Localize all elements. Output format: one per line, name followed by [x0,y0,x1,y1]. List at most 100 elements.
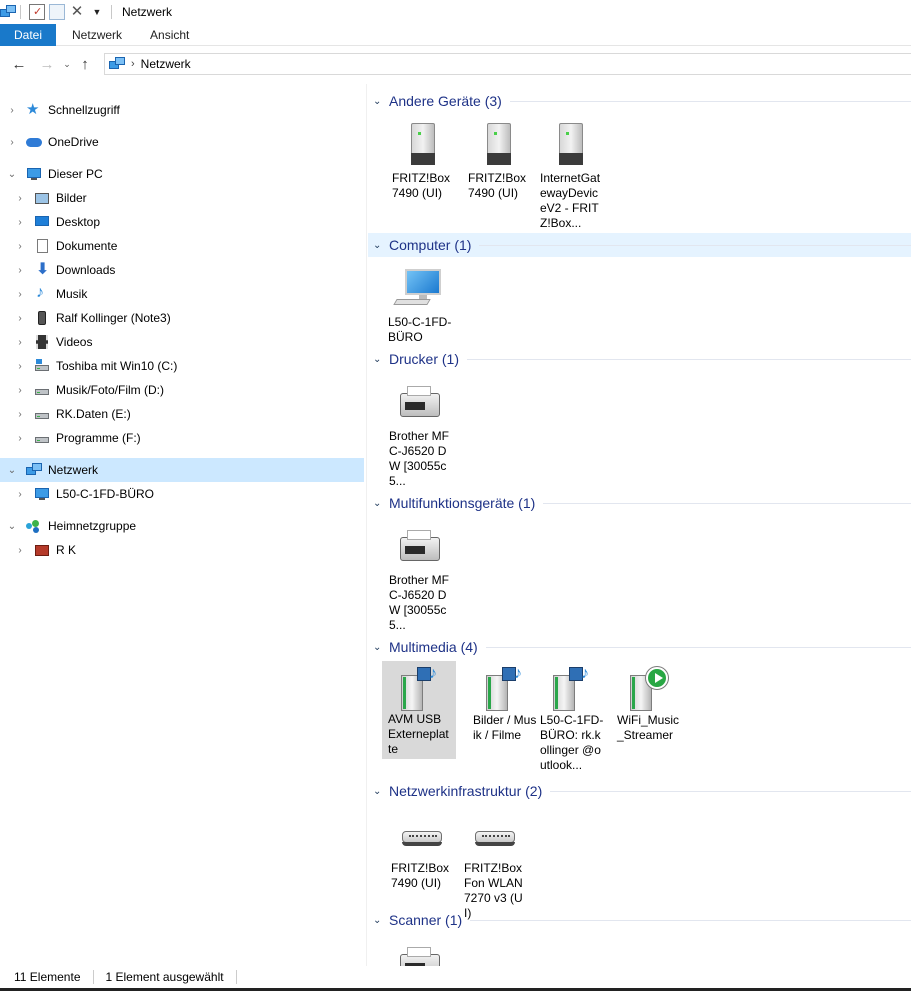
documents-icon [34,238,50,254]
chevron-right-icon[interactable]: › [14,489,26,500]
media-tile[interactable]: ♪ AVM USB Externeplatte [382,661,456,759]
nav-item-drive-d[interactable]: › Musik/Foto/Film (D:) [0,378,364,402]
content-pane: ⌄ Andere Geräte (3) FRITZ!Box 7490 (UI) … [368,84,911,966]
new-folder-icon[interactable] [49,4,65,20]
chevron-right-icon[interactable]: › [14,361,26,372]
chevron-down-icon[interactable]: ⌄ [6,169,18,180]
recent-locations-button[interactable]: ⌄ [60,53,74,75]
drive-icon [34,406,50,422]
chevron-right-icon[interactable]: › [6,137,18,148]
chevron-down-icon[interactable]: ⌄ [6,521,18,532]
chevron-down-icon[interactable]: ⌄ [373,786,387,797]
nav-item-desktop[interactable]: › Desktop [0,210,364,234]
device-tile[interactable]: InternetGatewayDeviceV2 - FRITZ!Box... [534,119,608,233]
nav-label: Ralf Kollinger (Note3) [56,311,171,325]
computer-icon [26,166,42,182]
group-header[interactable]: ⌄ Computer (1) [368,233,911,257]
chevron-right-icon[interactable]: › [14,241,26,252]
nav-item-pictures[interactable]: › Bilder [0,186,364,210]
nav-label: Bilder [56,191,87,205]
nav-item-homegroup[interactable]: ⌄ Heimnetzgruppe [0,514,364,538]
chevron-right-icon[interactable]: › [14,385,26,396]
group-title: Netzwerkinfrastruktur (2) [389,783,543,799]
network-icon [26,462,42,478]
router-tile[interactable]: FRITZ!Box 7490 (UI) [385,809,459,893]
tile-label: FRITZ!Box 7490 (UI) [468,171,527,200]
device-tile[interactable]: FRITZ!Box 7490 (UI) [386,119,460,203]
media-tile[interactable]: ♪ Bilder / Musik / Filme [467,661,541,745]
customize-qat-icon[interactable]: ▼ [89,4,105,20]
group-title: Drucker (1) [389,351,460,367]
tab-file[interactable]: Datei [0,24,57,46]
up-button[interactable]: ↑ [74,53,96,75]
chevron-right-icon[interactable]: › [14,433,26,444]
printer-tile[interactable]: Brother MFC-J6520 DW [30055c5... [383,521,457,635]
nav-item-this-pc[interactable]: ⌄ Dieser PC [0,162,364,186]
nav-item-network[interactable]: ⌄ Netzwerk [0,458,364,482]
media-server-icon: ♪ [547,665,595,713]
media-tile[interactable]: ♪ L50-C-1FD-BÜRO: rk.kollinger @outlook.… [534,661,608,775]
chevron-right-icon[interactable]: › [14,289,26,300]
star-icon: ★ [26,101,40,118]
breadcrumb-network[interactable]: Netzwerk [141,57,191,71]
computer-tile[interactable]: L50-C-1FD-BÜRO [382,263,456,347]
nav-label: Musik/Foto/Film (D:) [56,383,164,397]
group-header[interactable]: ⌄ Multifunktionsgeräte (1) [368,491,911,515]
chevron-down-icon[interactable]: ⌄ [373,240,387,251]
chevron-right-icon[interactable]: › [14,217,26,228]
nav-item-onedrive[interactable]: › OneDrive [0,130,364,154]
nav-item-drive-c[interactable]: › Toshiba mit Win10 (C:) [0,354,364,378]
chevron-right-icon[interactable]: › [14,313,26,324]
nav-item-music[interactable]: › ♪ Musik [0,282,364,306]
router-tile[interactable]: FRITZ!Box Fon WLAN 7270 v3 (UI) [458,809,532,923]
drive-icon [34,382,50,398]
tile-label: FRITZ!Box 7490 (UI) [391,861,450,890]
tile-label: L50-C-1FD-BÜRO: rk.kollinger @outlook... [540,713,604,772]
scanner-tile[interactable] [383,938,457,966]
chevron-right-icon[interactable]: › [14,409,26,420]
pane-divider[interactable] [366,84,367,966]
group-header[interactable]: ⌄ Multimedia (4) [368,635,911,659]
nav-label: Dieser PC [48,167,103,181]
group-header[interactable]: ⌄ Drucker (1) [368,347,911,371]
nav-item-drive-e[interactable]: › RK.Daten (E:) [0,402,364,426]
nav-item-network-computer[interactable]: › L50-C-1FD-BÜRO [0,482,364,506]
address-bar[interactable]: › Netzwerk [104,53,911,75]
nav-item-documents[interactable]: › Dokumente [0,234,364,258]
device-tile[interactable]: FRITZ!Box 7490 (UI) [462,119,536,203]
properties-icon[interactable]: ✓ [29,4,45,20]
group-header[interactable]: ⌄ Andere Geräte (3) [368,89,911,113]
printer-tile[interactable]: Brother MFC-J6520 DW [30055c5... [383,377,457,491]
chevron-right-icon[interactable]: › [14,545,26,556]
group-title: Computer (1) [389,237,472,253]
tab-network[interactable]: Netzwerk [62,24,134,46]
tab-view[interactable]: Ansicht [134,24,201,46]
group-header[interactable]: ⌄ Scanner (1) [368,908,911,932]
chevron-down-icon[interactable]: ⌄ [373,96,387,107]
chevron-down-icon[interactable]: ⌄ [6,465,18,476]
chevron-down-icon[interactable]: ⌄ [373,354,387,365]
group-header[interactable]: ⌄ Netzwerkinfrastruktur (2) [368,779,911,803]
back-button[interactable]: ← [8,53,30,75]
breadcrumb-separator[interactable]: › [131,58,135,70]
chevron-right-icon[interactable]: › [14,337,26,348]
item-count: 11 Elemente [14,970,81,984]
chevron-down-icon[interactable]: ⌄ [373,642,387,653]
chevron-down-icon[interactable]: ⌄ [373,498,387,509]
chevron-right-icon[interactable]: › [14,193,26,204]
forward-button[interactable]: → [36,53,58,75]
nav-item-user-rk[interactable]: › R K [0,538,364,562]
delete-icon[interactable]: ✕ [69,4,85,20]
nav-item-downloads[interactable]: › ⬇ Downloads [0,258,364,282]
nav-label: Programme (F:) [56,431,141,445]
nav-item-quick-access[interactable]: › ★ Schnellzugriff [0,98,364,122]
nav-item-phone[interactable]: › Ralf Kollinger (Note3) [0,306,364,330]
nav-item-videos[interactable]: › Videos [0,330,364,354]
tile-label: AVM USB Externeplatte [388,712,449,756]
tile-label: InternetGatewayDeviceV2 - FRITZ!Box... [540,171,601,230]
chevron-right-icon[interactable]: › [14,265,26,276]
nav-item-drive-f[interactable]: › Programme (F:) [0,426,364,450]
chevron-right-icon[interactable]: › [6,105,18,116]
media-tile[interactable]: WiFi_Music _Streamer [611,661,685,745]
chevron-down-icon[interactable]: ⌄ [373,915,387,926]
